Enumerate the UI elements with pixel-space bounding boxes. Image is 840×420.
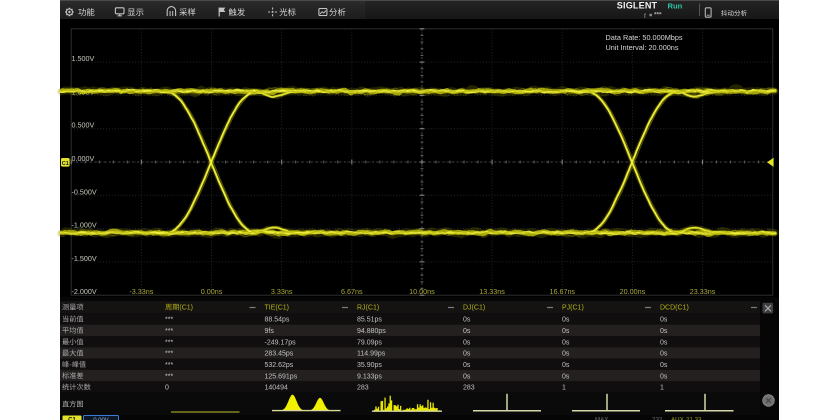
svg-text:0s: 0s	[660, 362, 668, 369]
svg-text:0s: 0s	[660, 339, 668, 346]
svg-text:1: 1	[562, 385, 566, 392]
svg-text:AUX: AUX	[671, 417, 684, 420]
svg-text:232: 232	[652, 417, 663, 420]
svg-text:***: ***	[654, 12, 662, 19]
svg-text:283: 283	[357, 385, 369, 392]
svg-text:-249.17ps: -249.17ps	[265, 339, 297, 346]
svg-text:9fs: 9fs	[265, 328, 275, 335]
svg-text:***: ***	[165, 317, 173, 324]
svg-text:***: ***	[165, 351, 173, 358]
svg-text:0s: 0s	[660, 328, 668, 335]
svg-text:0s: 0s	[660, 373, 668, 380]
svg-text:35.90ps: 35.90ps	[357, 362, 382, 369]
svg-text:MAX: MAX	[595, 417, 608, 420]
svg-text:9.133ps: 9.133ps	[357, 373, 382, 380]
svg-text:0s: 0s	[562, 328, 570, 335]
svg-text:283: 283	[463, 385, 475, 392]
svg-text:C1: C1	[62, 161, 69, 167]
svg-text:79.09ps: 79.09ps	[357, 339, 382, 346]
svg-text:3.33ns: 3.33ns	[271, 287, 293, 296]
svg-text:0.00ns: 0.00ns	[201, 287, 223, 296]
svg-text:PJ(C1): PJ(C1)	[562, 305, 584, 312]
svg-text:21.33: 21.33	[686, 417, 702, 420]
svg-text:0s: 0s	[660, 317, 668, 324]
svg-text:0s: 0s	[562, 317, 570, 324]
svg-text:1.500V: 1.500V	[72, 54, 95, 63]
svg-text:0s: 0s	[463, 351, 471, 358]
svg-text:0.500V: 0.500V	[72, 121, 95, 130]
svg-text:-2.000V: -2.000V	[72, 287, 97, 296]
svg-text:283.45ps: 283.45ps	[265, 351, 294, 358]
svg-text:Unit Interval: 20.000ns: Unit Interval: 20.000ns	[606, 43, 679, 52]
svg-text:(C1): (C1)	[179, 305, 193, 312]
svg-text:0s: 0s	[463, 373, 471, 380]
svg-text:0s: 0s	[562, 351, 570, 358]
svg-text:0s: 0s	[562, 339, 570, 346]
svg-text:16.67ns: 16.67ns	[549, 287, 575, 296]
svg-text:TIE(C1): TIE(C1)	[265, 305, 290, 312]
svg-text:88.54ps: 88.54ps	[265, 317, 290, 324]
svg-text:-3.33ns: -3.33ns	[129, 287, 153, 296]
svg-text:DCD(C1): DCD(C1)	[660, 305, 689, 312]
svg-text:0s: 0s	[463, 328, 471, 335]
svg-text:23.33ns: 23.33ns	[690, 287, 716, 296]
svg-text:0.000V: 0.000V	[72, 154, 95, 163]
svg-text:Data Rate: 50.000Mbps: Data Rate: 50.000Mbps	[606, 33, 683, 42]
svg-text:-0.500V: -0.500V	[72, 187, 97, 196]
svg-text:***: ***	[165, 362, 173, 369]
svg-text:94.880ps: 94.880ps	[357, 328, 386, 335]
svg-text:13.33ns: 13.33ns	[479, 287, 505, 296]
svg-text:125.691ps: 125.691ps	[265, 373, 298, 380]
svg-text:***: ***	[165, 328, 173, 335]
svg-text:f: f	[644, 13, 646, 20]
svg-text:1: 1	[660, 385, 664, 392]
svg-text:0s: 0s	[463, 317, 471, 324]
svg-text:RJ(C1): RJ(C1)	[357, 305, 379, 312]
svg-text:SIGLENT: SIGLENT	[617, 1, 658, 11]
svg-text:***: ***	[165, 373, 173, 380]
svg-text:140494: 140494	[265, 385, 288, 392]
svg-text:***: ***	[165, 339, 173, 346]
svg-text:20.00ns: 20.00ns	[620, 287, 646, 296]
svg-text:Run: Run	[668, 1, 683, 10]
svg-text:DJ(C1): DJ(C1)	[463, 305, 485, 312]
svg-text:0: 0	[165, 385, 169, 392]
svg-text:-1.500V: -1.500V	[72, 254, 97, 263]
svg-text:6.67ns: 6.67ns	[341, 287, 363, 296]
svg-text:-1.000V: -1.000V	[72, 221, 97, 230]
svg-text:10.00ns: 10.00ns	[409, 287, 435, 296]
svg-text:114.99ps: 114.99ps	[357, 351, 386, 358]
svg-text:0s: 0s	[660, 351, 668, 358]
svg-text:0s: 0s	[463, 362, 471, 369]
svg-text:0s: 0s	[562, 362, 570, 369]
svg-text:0s: 0s	[562, 373, 570, 380]
svg-text:0s: 0s	[463, 339, 471, 346]
svg-text:532.62ps: 532.62ps	[265, 362, 294, 369]
svg-text:85.51ps: 85.51ps	[357, 317, 382, 324]
